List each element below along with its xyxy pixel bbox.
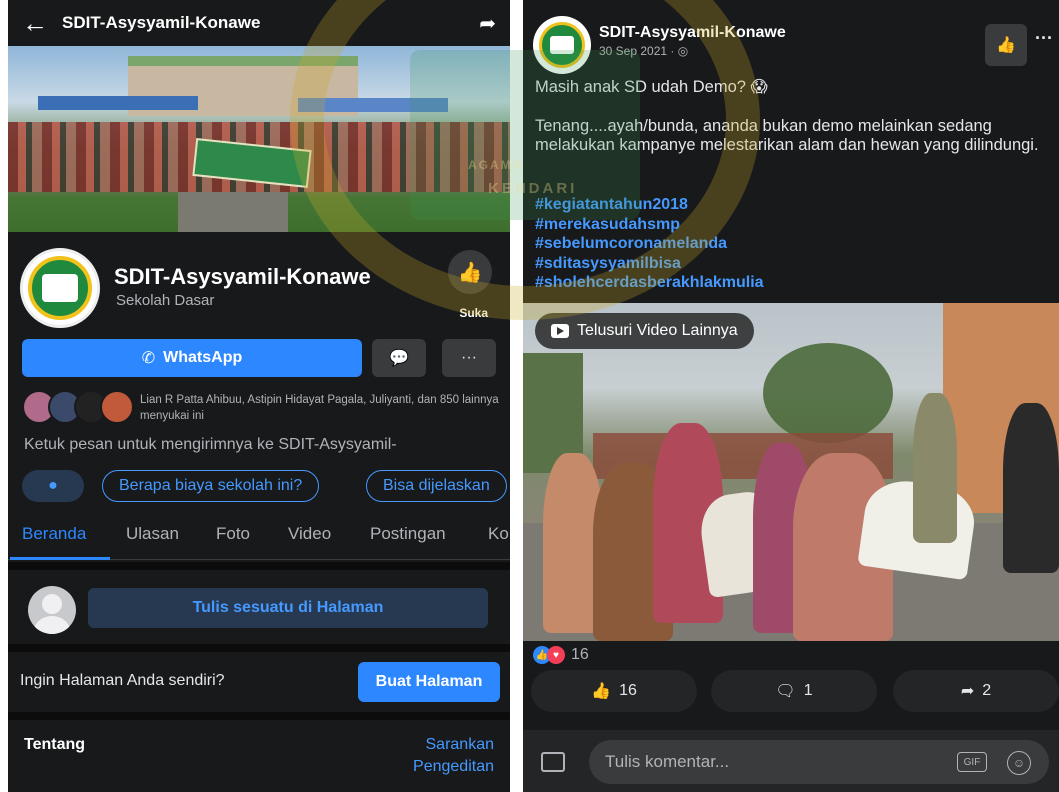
- write-on-page-button[interactable]: Tulis sesuatu di Halaman: [88, 588, 488, 628]
- comment-placeholder: Tulis komentar...: [605, 752, 730, 771]
- about-section: Tentang Sarankan Pengeditan: [8, 722, 510, 792]
- comment-icon: 🗨: [775, 683, 796, 700]
- divider: [8, 644, 510, 652]
- tab-more[interactable]: Ko: [488, 524, 509, 544]
- active-tab-indicator: [10, 557, 110, 560]
- quick-question-chip[interactable]: Berapa biaya sekolah ini?: [102, 470, 320, 502]
- comment-button[interactable]: 🗨 1: [711, 670, 877, 712]
- create-page-prompt: Ingin Halaman Anda sendiri? Buat Halaman: [8, 652, 510, 710]
- post-header: SDIT-Asysyamil-Konawe 30 Sep 2021 · ◎ 👍 …: [523, 16, 1059, 74]
- hashtag-link[interactable]: #sholehcerdasberakhlakmulia: [535, 273, 764, 293]
- more-options-icon[interactable]: ···: [1035, 28, 1053, 49]
- thumbs-up-icon: 👍: [457, 261, 483, 284]
- quick-question-chip[interactable]: Bisa dijelaskan: [366, 470, 507, 502]
- more-button[interactable]: ···: [442, 339, 496, 377]
- page-tabs: Beranda Ulasan Foto Video Postingan Ko: [8, 512, 510, 560]
- more-videos-button[interactable]: Telusuri Video Lainnya: [535, 313, 754, 349]
- friends-like-text: Lian R Patta Ahibuu, Astipin Hidayat Pag…: [140, 394, 499, 422]
- reaction-summary[interactable]: 👍 ♥ 16: [533, 644, 589, 666]
- friends-like: Lian R Patta Ahibuu, Astipin Hidayat Pag…: [22, 390, 502, 426]
- whatsapp-icon: ✆: [141, 350, 156, 367]
- love-reaction-icon: ♥: [547, 646, 565, 664]
- divider: [8, 562, 510, 570]
- photo-icon[interactable]: [541, 752, 565, 772]
- quick-messages: ● Berapa biaya sekolah ini? Bisa dijelas…: [22, 470, 510, 504]
- hashtag-link[interactable]: #merekasudahsmp: [535, 215, 764, 235]
- post-author[interactable]: SDIT-Asysyamil-Konawe: [599, 24, 786, 42]
- messenger-icon: ●: [48, 477, 58, 494]
- hashtag-link[interactable]: #sditasysyamilbisa: [535, 254, 764, 274]
- post-screen: SDIT-Asysyamil-Konawe 30 Sep 2021 · ◎ 👍 …: [523, 0, 1059, 792]
- profile-name: SDIT-Asysyamil-Konawe: [114, 264, 371, 289]
- reaction-count: 16: [571, 646, 589, 663]
- author-avatar[interactable]: [533, 16, 591, 74]
- top-bar: ← SDIT-Asysyamil-Konawe ➦: [8, 0, 510, 46]
- like-page-button[interactable]: 👍: [448, 250, 492, 294]
- comment-input[interactable]: Tulis komentar... GIF ☺: [589, 740, 1049, 784]
- profile-header: SDIT-Asysyamil-Konawe Sekolah Dasar 👍 Su…: [8, 232, 510, 334]
- profile-category: Sekolah Dasar: [116, 292, 215, 309]
- post-video[interactable]: Telusuri Video Lainnya: [523, 303, 1059, 641]
- create-page-question: Ingin Halaman Anda sendiri?: [20, 672, 225, 689]
- like-button[interactable]: 👍 16: [531, 670, 697, 712]
- share-icon: ➦: [960, 683, 975, 700]
- tab-foto[interactable]: Foto: [216, 524, 250, 544]
- post-date: 30 Sep 2021 · ◎: [599, 44, 689, 58]
- about-heading: Tentang: [24, 736, 86, 753]
- emoji-icon[interactable]: ☺: [1007, 751, 1031, 775]
- cover-photo[interactable]: [8, 46, 510, 232]
- action-buttons: ✆ WhatsApp 💬 ···: [22, 339, 496, 377]
- page-screen: ← SDIT-Asysyamil-Konawe ➦ SDIT-Asysyamil…: [8, 0, 510, 792]
- profile-logo[interactable]: [20, 248, 100, 328]
- tab-video[interactable]: Video: [288, 524, 331, 544]
- back-arrow-icon[interactable]: ←: [22, 8, 62, 39]
- suggest-edit-link[interactable]: Sarankan Pengeditan: [413, 734, 494, 778]
- divider: [8, 712, 510, 720]
- comment-bar: Tulis komentar... GIF ☺: [523, 730, 1059, 792]
- post-text: Masih anak SD udah Demo? 😱 Tenang....aya…: [535, 78, 1045, 155]
- share-button[interactable]: ➦ 2: [893, 670, 1059, 712]
- messenger-icon: 💬: [389, 350, 409, 367]
- tab-ulasan[interactable]: Ulasan: [126, 524, 179, 544]
- page-title: SDIT-Asysyamil-Konawe: [62, 13, 261, 32]
- message-hint: Ketuk pesan untuk mengirimnya ke SDIT-As…: [24, 436, 397, 453]
- share-icon[interactable]: ➦: [479, 11, 496, 36]
- page-composer: Tulis sesuatu di Halaman: [8, 578, 510, 638]
- post-hashtags: #kegiatantahun2018 #merekasudahsmp #sebe…: [535, 195, 764, 293]
- post-body: Tenang....ayah/bunda, ananda bukan demo …: [535, 117, 1039, 154]
- create-page-button[interactable]: Buat Halaman: [358, 662, 500, 702]
- whatsapp-button[interactable]: ✆ WhatsApp: [22, 339, 362, 377]
- post-headline: Masih anak SD udah Demo? 😱: [535, 78, 768, 96]
- like-page-button[interactable]: 👍: [985, 24, 1027, 66]
- hashtag-link[interactable]: #kegiatantahun2018: [535, 195, 764, 215]
- tab-postingan[interactable]: Postingan: [370, 524, 446, 544]
- thumbs-up-icon: 👍: [591, 683, 612, 700]
- gif-icon[interactable]: GIF: [957, 752, 987, 772]
- like-label: Suka: [459, 306, 488, 320]
- avatar: [28, 586, 76, 634]
- hashtag-link[interactable]: #sebelumcoronamelanda: [535, 234, 764, 254]
- thumbs-up-icon: 👍: [996, 37, 1016, 54]
- messenger-chip[interactable]: ●: [22, 470, 84, 502]
- messenger-button[interactable]: 💬: [372, 339, 426, 377]
- play-icon: [551, 324, 569, 338]
- tab-beranda[interactable]: Beranda: [22, 524, 86, 544]
- avatar: [100, 390, 134, 424]
